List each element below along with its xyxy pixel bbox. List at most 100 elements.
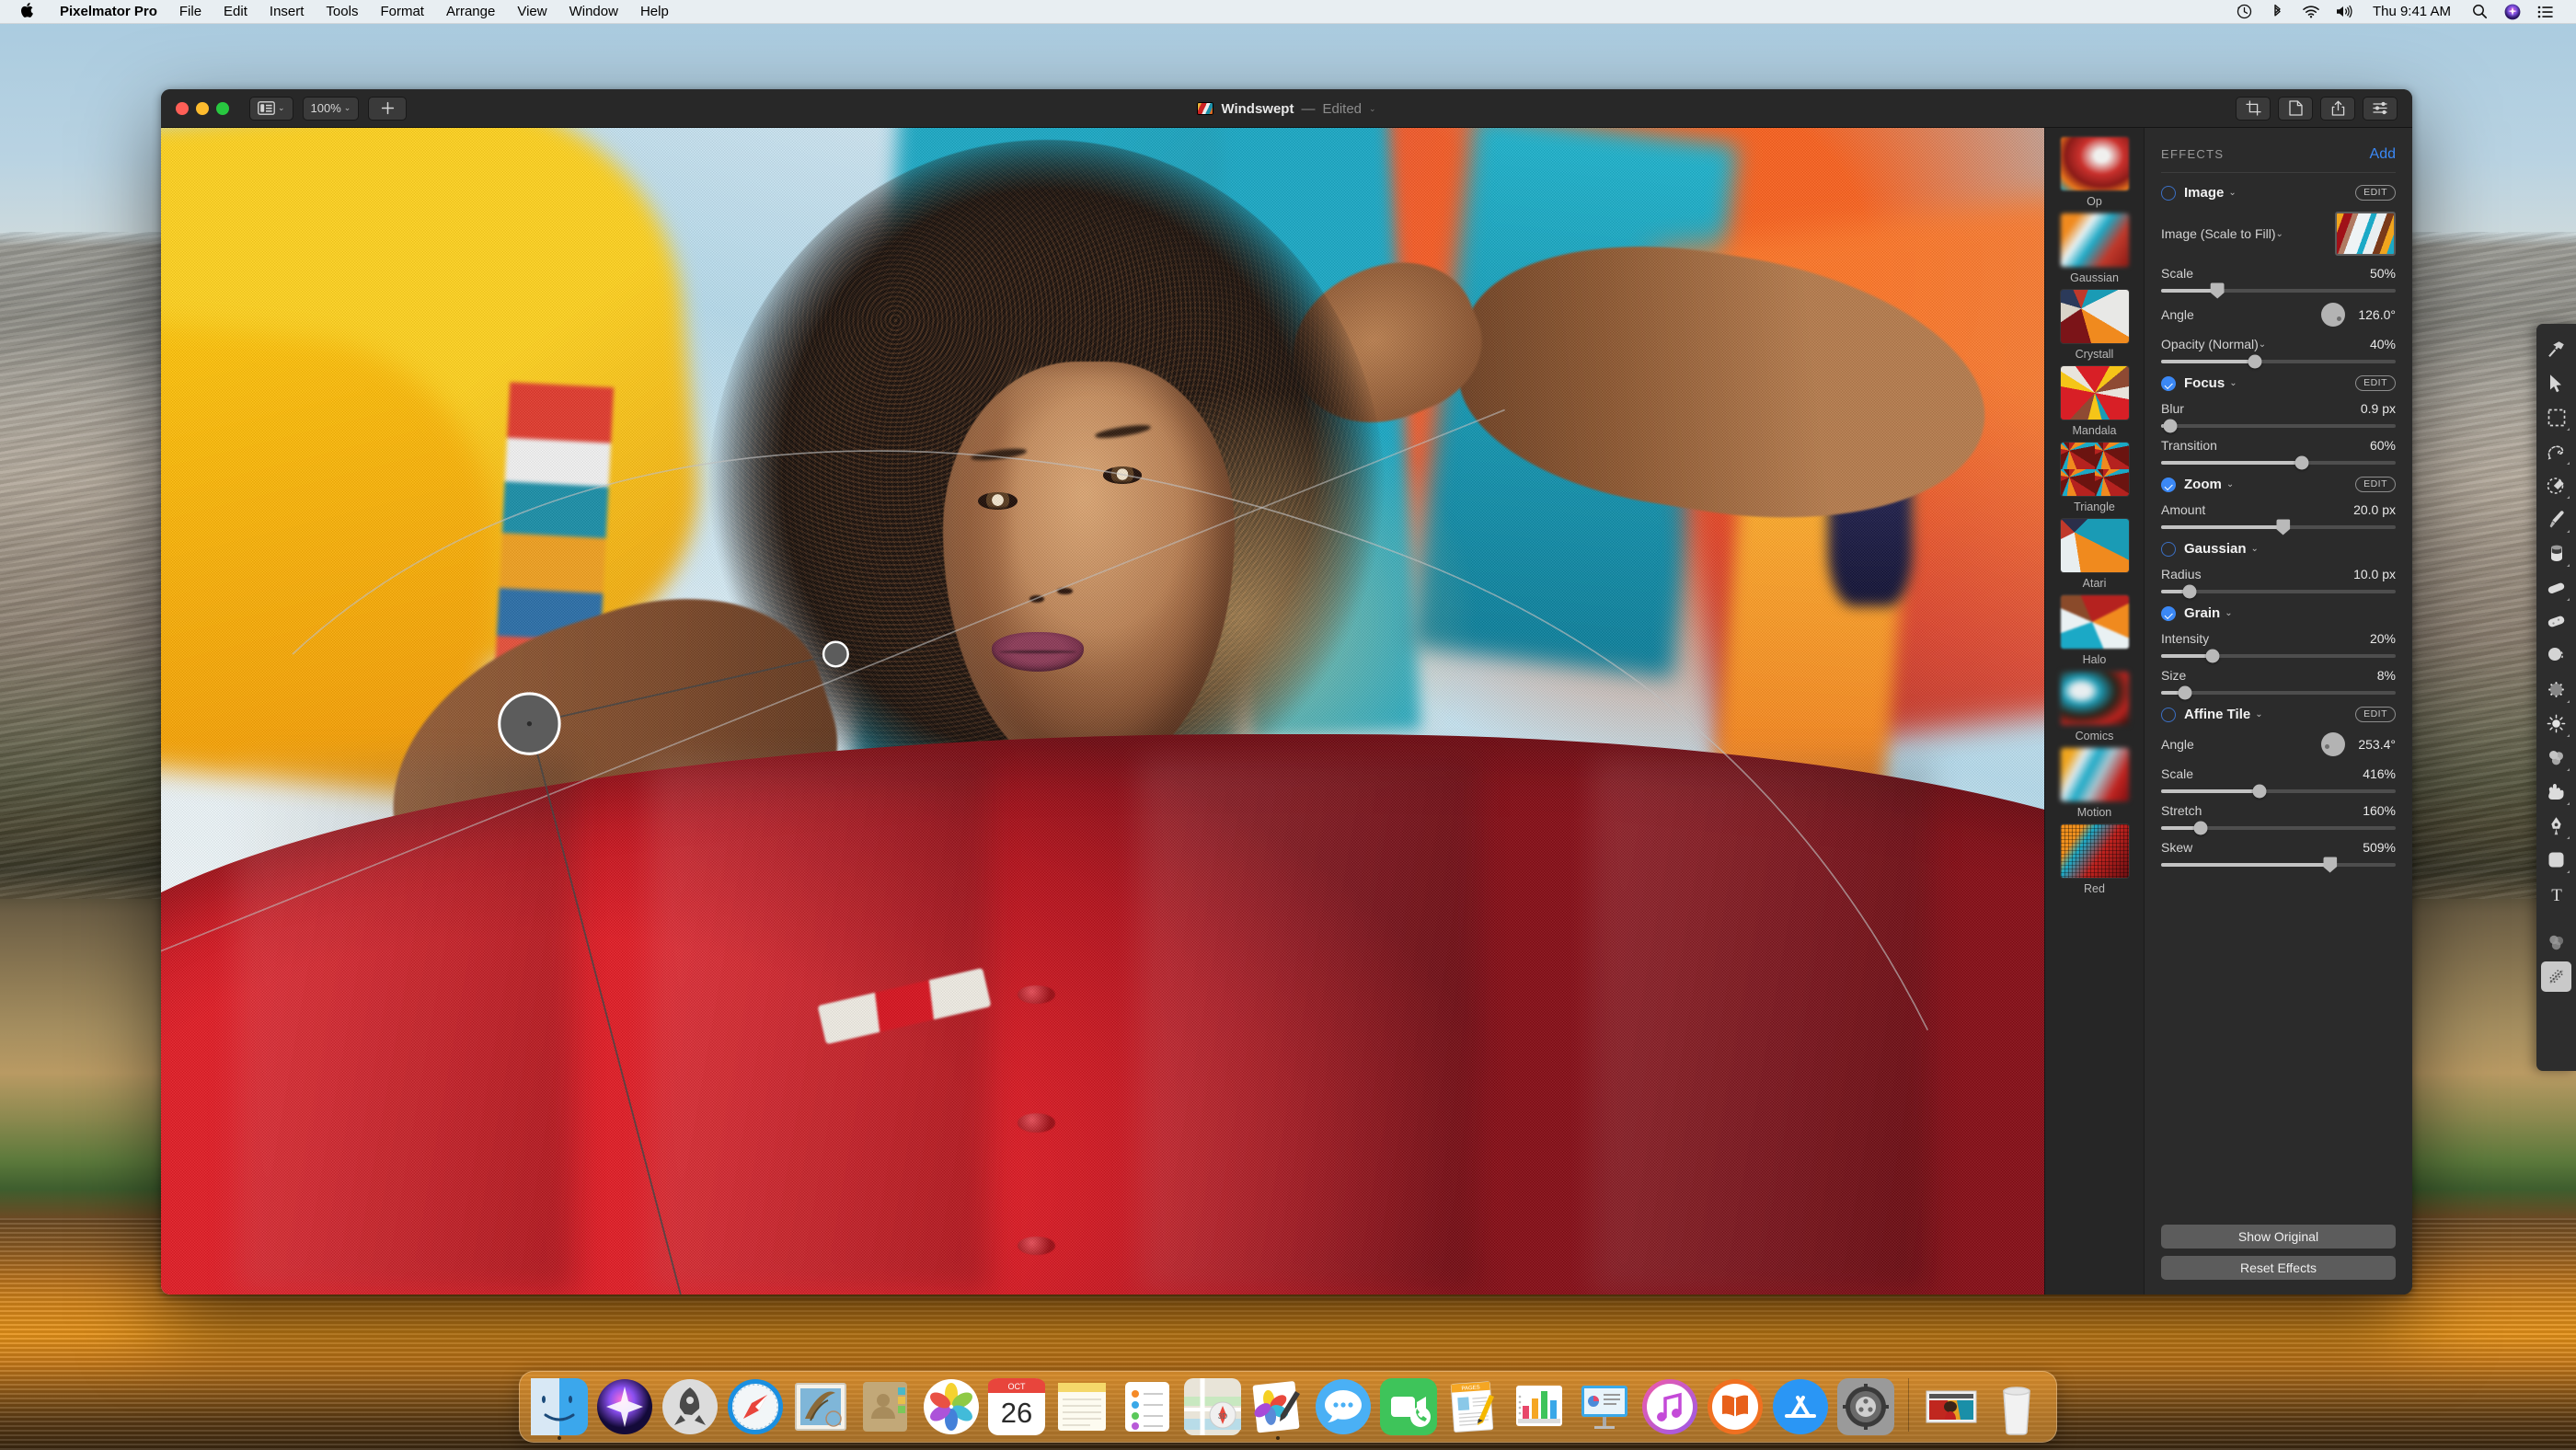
effect-image-thumbnail[interactable] xyxy=(2335,212,2396,256)
effect-edit-button[interactable]: EDIT xyxy=(2355,707,2396,722)
dock-item-books[interactable] xyxy=(1707,1378,1764,1435)
effect-edit-button[interactable]: EDIT xyxy=(2355,375,2396,391)
dock-item-windswept-document[interactable] xyxy=(1923,1378,1980,1435)
parameter-slider[interactable] xyxy=(2161,857,2396,873)
chevron-down-icon[interactable]: ⌄ xyxy=(2226,479,2234,489)
dock-item-photos[interactable] xyxy=(923,1378,980,1435)
parameter-slider[interactable] xyxy=(2161,649,2396,663)
volume-icon[interactable] xyxy=(2329,0,2360,24)
preset-item[interactable]: Red xyxy=(2045,824,2144,901)
dock-item-safari[interactable] xyxy=(727,1378,784,1435)
show-original-button[interactable]: Show Original xyxy=(2161,1225,2396,1249)
dock-item-contacts[interactable] xyxy=(857,1378,914,1435)
effect-image-chooser[interactable]: Image (Scale to Fill) ⌄ xyxy=(2161,212,2396,256)
preset-item[interactable]: Atari xyxy=(2045,519,2144,595)
freeform-select-tool[interactable] xyxy=(2541,436,2571,466)
effects-tool[interactable] xyxy=(2541,334,2571,364)
slider-knob[interactable] xyxy=(2294,455,2309,470)
dock-item-keynote[interactable] xyxy=(1576,1378,1633,1435)
parameter-value[interactable]: 8% xyxy=(2377,668,2396,683)
close-button[interactable] xyxy=(176,101,189,115)
effect-group-header[interactable]: Gaussian ⌄ xyxy=(2161,541,2396,557)
slider-knob[interactable] xyxy=(2163,419,2178,433)
slider-knob[interactable] xyxy=(2193,821,2208,835)
paint-bucket-tool[interactable] xyxy=(2541,538,2571,569)
menu-tools[interactable]: Tools xyxy=(315,0,369,24)
parameter-value[interactable]: 10.0 px xyxy=(2353,567,2396,581)
menu-file[interactable]: File xyxy=(168,0,213,24)
parameter-slider[interactable] xyxy=(2161,419,2396,433)
slider-knob[interactable] xyxy=(2248,354,2262,369)
smudge-tool[interactable] xyxy=(2541,777,2571,807)
document-icon[interactable] xyxy=(2278,96,2313,121)
bluetooth-icon[interactable] xyxy=(2262,0,2294,24)
chevron-down-icon[interactable]: ⌄ xyxy=(2259,339,2266,350)
menu-insert[interactable]: Insert xyxy=(259,0,316,24)
dock-item-notes[interactable] xyxy=(1053,1378,1110,1435)
parameter-value[interactable]: 60% xyxy=(2370,438,2396,453)
effect-edit-button[interactable]: EDIT xyxy=(2355,185,2396,201)
parameter-angle-dial[interactable] xyxy=(2321,732,2346,756)
effect-enable-checkbox[interactable] xyxy=(2161,375,2176,391)
preset-item[interactable]: Crystall xyxy=(2045,290,2144,366)
parameter-value[interactable]: 509% xyxy=(2363,840,2396,855)
repair-tool[interactable] xyxy=(2541,606,2571,637)
chevron-down-icon[interactable]: ⌄ xyxy=(2225,608,2232,618)
color-adjust-tool[interactable] xyxy=(2541,927,2571,958)
search-icon[interactable] xyxy=(2464,0,2495,24)
apple-logo-icon[interactable] xyxy=(0,2,49,21)
parameter-value[interactable]: 416% xyxy=(2363,766,2396,781)
layers-sidebar-icon[interactable]: ⌄ xyxy=(249,96,293,121)
pen-tool[interactable] xyxy=(2541,811,2571,841)
preset-item[interactable]: Comics xyxy=(2045,672,2144,748)
parameter-slider[interactable] xyxy=(2161,455,2396,470)
add-icon[interactable] xyxy=(368,96,408,121)
menu-arrange[interactable]: Arrange xyxy=(435,0,506,24)
dock-item-system-preferences[interactable] xyxy=(1837,1378,1894,1435)
parameter-value[interactable]: 160% xyxy=(2363,803,2396,818)
adjustments-icon[interactable] xyxy=(2363,96,2398,121)
effect-group-header[interactable]: Grain ⌄ xyxy=(2161,605,2396,621)
dock-item-itunes[interactable] xyxy=(1641,1378,1698,1435)
dock-item-numbers[interactable] xyxy=(1511,1378,1568,1435)
parameter-value[interactable]: 20% xyxy=(2370,631,2396,646)
menu-view[interactable]: View xyxy=(506,0,558,24)
siri-icon[interactable] xyxy=(2497,0,2528,24)
control-center-icon[interactable] xyxy=(2530,0,2561,24)
dock-item-reminders[interactable] xyxy=(1119,1378,1176,1435)
chevron-down-icon[interactable]: ⌄ xyxy=(2255,709,2262,719)
dock-item-messages[interactable] xyxy=(1315,1378,1372,1435)
dock-item-calendar[interactable]: OCT 26 xyxy=(988,1378,1045,1435)
chevron-down-icon[interactable]: ⌄ xyxy=(2229,378,2237,388)
quick-select-tool[interactable] xyxy=(2541,470,2571,501)
zoom-button[interactable] xyxy=(216,101,229,115)
share-icon[interactable] xyxy=(2320,96,2355,121)
parameter-slider[interactable] xyxy=(2161,685,2396,700)
dock-item-facetime[interactable] xyxy=(1380,1378,1437,1435)
chevron-down-icon[interactable]: ⌄ xyxy=(2251,544,2259,554)
preset-item[interactable]: Mandala xyxy=(2045,366,2144,443)
effect-enable-checkbox[interactable] xyxy=(2161,605,2176,621)
preset-item[interactable]: Triangle xyxy=(2045,443,2144,519)
chevron-down-icon[interactable]: ⌄ xyxy=(2228,188,2236,198)
menu-format[interactable]: Format xyxy=(369,0,435,24)
dock-item-pages[interactable]: PAGES xyxy=(1445,1378,1502,1435)
zoom-level-button[interactable]: 100% ⌄ xyxy=(302,96,360,121)
reset-effects-button[interactable]: Reset Effects xyxy=(2161,1256,2396,1280)
arrange-tool[interactable] xyxy=(2541,368,2571,398)
dodge-burn-tool[interactable] xyxy=(2541,674,2571,705)
effect-group-header[interactable]: Affine Tile ⌄ EDIT xyxy=(2161,707,2396,722)
preset-item[interactable]: Motion xyxy=(2045,748,2144,824)
slider-knob[interactable] xyxy=(2210,282,2225,299)
parameter-slider[interactable] xyxy=(2161,784,2396,799)
dock-item-mail[interactable] xyxy=(792,1378,849,1435)
add-effect-button[interactable]: Add xyxy=(2370,146,2396,163)
preset-item[interactable]: Halo xyxy=(2045,595,2144,672)
effect-group-header[interactable]: Image ⌄ EDIT xyxy=(2161,185,2396,201)
parameter-value[interactable]: 253.4° xyxy=(2358,737,2396,752)
slider-knob[interactable] xyxy=(2178,685,2191,700)
lighten-tool[interactable] xyxy=(2541,708,2571,739)
menu-edit[interactable]: Edit xyxy=(213,0,259,24)
effect-enable-checkbox[interactable] xyxy=(2161,541,2176,557)
preset-item[interactable]: Op xyxy=(2045,137,2144,213)
